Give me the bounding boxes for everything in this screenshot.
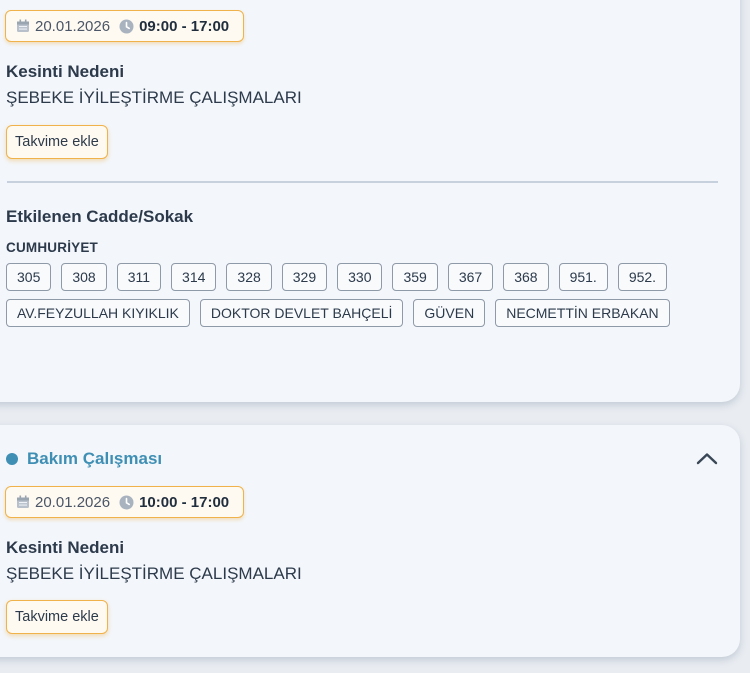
chevron-up-icon — [696, 452, 718, 464]
street-chip: 952. — [617, 263, 668, 291]
calendar-icon — [16, 495, 30, 509]
street-chip: 367 — [447, 263, 494, 291]
street-chip: 328 — [226, 263, 272, 291]
street-chip: 951. — [558, 263, 608, 291]
reason-text: ŞEBEKE İYİLEŞTİRME ÇALIŞMALARI — [6, 88, 302, 107]
street-chip: 311 — [116, 263, 162, 291]
collapse-button[interactable] — [694, 446, 720, 470]
calendar-icon — [16, 19, 30, 33]
outage-time: 10:00 - 17:00 — [139, 493, 230, 511]
street-chip: AV.FEYZULLAH KIYIKLIK — [6, 299, 190, 327]
street-chip: GÜVEN — [413, 299, 486, 327]
date-time-chip: 20.01.2026 09:00 - 17:00 — [5, 10, 245, 42]
street-chip: 330 — [337, 263, 383, 291]
street-chip: 359 — [392, 263, 438, 291]
section-divider — [7, 181, 718, 183]
street-chip: 314 — [171, 263, 217, 291]
reason-label: Kesinti Nedeni — [6, 538, 125, 557]
outage-time: 09:00 - 17:00 — [139, 17, 230, 35]
clock-icon — [119, 19, 134, 34]
street-chip: 329 — [281, 263, 328, 291]
street-chip: DOKTOR DEVLET BAHÇELİ — [199, 299, 404, 327]
street-chip: NECMETTİN ERBAKAN — [495, 299, 670, 327]
street-list: 305 308 311 314 328 329 330 359 367 368 … — [6, 263, 696, 327]
street-chip: 368 — [503, 263, 549, 291]
outage-date: 20.01.2026 — [35, 493, 111, 511]
add-to-calendar-button[interactable]: Takvime ekle — [6, 600, 108, 634]
outage-date: 20.01.2026 — [35, 17, 111, 35]
reason-text: ŞEBEKE İYİLEŞTİRME ÇALIŞMALARI — [6, 564, 302, 583]
outage-card-1 — [0, 0, 740, 402]
reason-label: Kesinti Nedeni — [6, 62, 125, 81]
status-dot-icon — [6, 453, 18, 465]
street-chip: 308 — [61, 263, 107, 291]
neighborhood-name: CUMHURİYET — [6, 240, 98, 255]
affected-streets-label: Etkilenen Cadde/Sokak — [6, 207, 194, 226]
status-label: Bakım Çalışması — [27, 449, 163, 468]
date-time-chip: 20.01.2026 10:00 - 17:00 — [5, 486, 245, 518]
street-chip: 305 — [6, 263, 52, 291]
outage-status: Bakım Çalışması — [6, 449, 162, 469]
clock-icon — [119, 495, 134, 510]
add-to-calendar-button[interactable]: Takvime ekle — [6, 125, 108, 159]
